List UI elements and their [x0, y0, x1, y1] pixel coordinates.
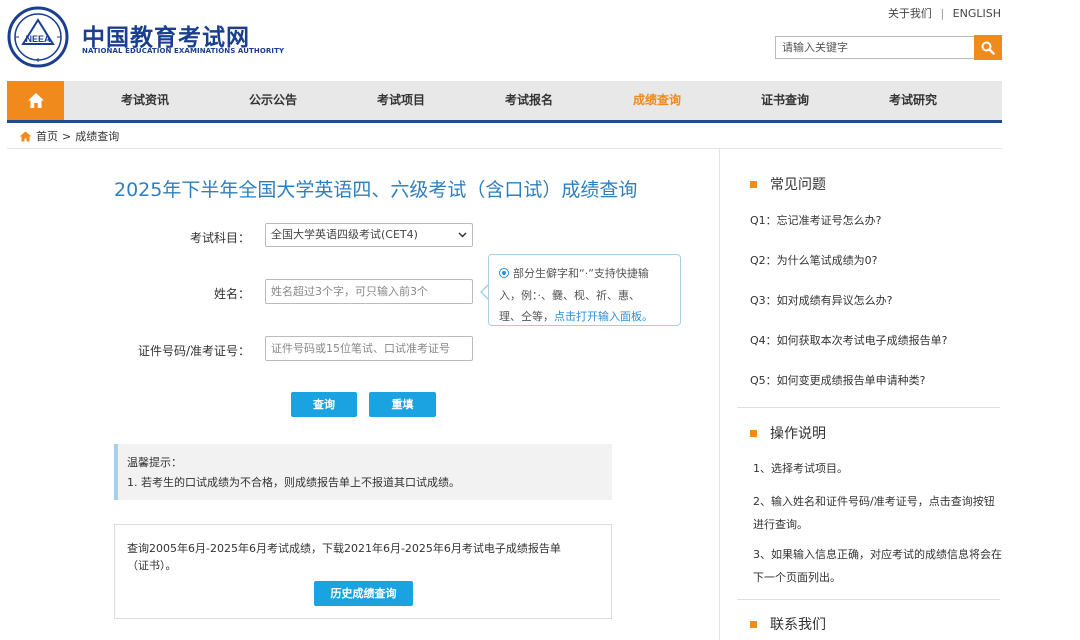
home-icon	[19, 131, 32, 141]
id-label: 证件号码/准考证号：	[137, 344, 250, 358]
faq-item-5[interactable]: Q5：如何变更成绩报告单申请种类?	[750, 372, 926, 388]
logo-emblem-text: NEEA	[25, 34, 51, 44]
faq-heading: 常见问题	[750, 174, 826, 194]
breadcrumb-separator: >	[62, 129, 72, 143]
ops-heading-text: 操作说明	[770, 426, 826, 442]
ops-step-2: 2、输入姓名和证件号码/准考证号，点击查询按钮进行查询。	[753, 495, 995, 531]
site-logo-subtitle: NATIONAL EDUCATION EXAMINATIONS AUTHORIT…	[82, 47, 285, 55]
history-text-cont: （证书）。	[127, 559, 177, 572]
faq-heading-text: 常见问题	[770, 177, 826, 193]
sidebar-separator	[737, 407, 1000, 408]
tip-line-3: 理、仝等，	[499, 310, 554, 323]
nav-item-exam-projects[interactable]: 考试项目	[337, 81, 465, 120]
warm-notice: 温馨提示： 1. 若考生的口试成绩为不合格，则成绩报告单上不报道其口试成绩。	[114, 444, 612, 500]
search-button[interactable]	[974, 35, 1002, 60]
faq-item-4[interactable]: Q4：如何获取本次考试电子成绩报告单?	[750, 332, 948, 348]
ops-step-3: 3、如果输入信息正确，对应考试的成绩信息将会在下一个页面列出。	[753, 548, 1002, 584]
square-bullet-icon	[750, 620, 757, 628]
nav-item-exam-research[interactable]: 考试研究	[849, 81, 977, 120]
tip-line-2: 入，例：·、爨、枧、祈、惠、	[499, 288, 640, 302]
nav-item-score-query[interactable]: 成绩查询	[593, 81, 721, 120]
nav-item-certificate-query[interactable]: 证书查询	[721, 81, 849, 120]
page-title: 2025年下半年全国大学英语四、六级考试（含口试）成绩查询	[114, 179, 638, 201]
reset-button[interactable]: 重填	[369, 392, 436, 417]
id-number-input[interactable]	[265, 336, 473, 361]
nav-item-announcements[interactable]: 公示公告	[209, 81, 337, 120]
top-links: 关于我们 | ENGLISH	[888, 5, 1001, 21]
name-input[interactable]	[265, 279, 473, 304]
tip-line-1: 部分生僻字和“·”支持快捷输	[513, 267, 649, 280]
contact-heading: 联系我们	[750, 614, 826, 634]
nav-underline	[7, 120, 1002, 123]
nav-item-exam-news[interactable]: 考试资讯	[81, 81, 209, 120]
open-input-panel-link[interactable]: 点击打开输入面板。	[554, 310, 653, 323]
square-bullet-icon	[750, 180, 757, 188]
ops-heading: 操作说明	[750, 423, 826, 443]
breadcrumb: 首页 > 成绩查询	[19, 128, 119, 144]
search-icon	[981, 41, 995, 55]
name-label: 姓名：	[213, 287, 250, 301]
faq-item-3[interactable]: Q3：如对成绩有异议怎么办?	[750, 292, 893, 308]
faq-item-2[interactable]: Q2：为什么笔试成绩为0?	[750, 252, 878, 268]
home-icon	[27, 93, 44, 108]
top-links-separator: |	[940, 7, 945, 20]
english-link[interactable]: ENGLISH	[953, 7, 1001, 20]
notice-title: 温馨提示：	[127, 456, 182, 469]
sidebar-divider	[719, 149, 720, 640]
query-button[interactable]: 查询	[291, 392, 357, 417]
search-input[interactable]	[775, 36, 975, 59]
history-query-button[interactable]: 历史成绩查询	[314, 581, 413, 606]
faq-item-1[interactable]: Q1：忘记准考证号怎么办?	[750, 212, 882, 228]
contact-heading-text: 联系我们	[770, 617, 826, 633]
history-text: 查询2005年6月-2025年6月考试成绩，下载2021年6月-2025年6月考…	[127, 542, 561, 555]
chevron-down-icon	[458, 232, 467, 238]
neea-logo-emblem[interactable]: NEEA	[7, 6, 69, 68]
sidebar-separator	[737, 599, 1000, 600]
breadcrumb-current: 成绩查询	[75, 130, 120, 143]
square-bullet-icon	[750, 429, 757, 437]
about-us-link[interactable]: 关于我们	[888, 7, 932, 20]
nav-home-button[interactable]	[7, 81, 64, 120]
rare-char-tip: 部分生僻字和“·”支持快捷输 入，例：·、爨、枧、祈、惠、 理、仝等，点击打开输…	[488, 254, 681, 326]
main-nav: 考试资讯 公示公告 考试项目 考试报名 成绩查询 证书查询 考试研究	[7, 81, 1002, 120]
info-dot-icon	[499, 268, 509, 278]
subject-select-value: 全国大学英语四级考试(CET4)	[271, 228, 418, 241]
subject-label: 考试科目：	[189, 231, 250, 245]
notice-item: 1. 若考生的口试成绩为不合格，则成绩报告单上不报道其口试成绩。	[127, 476, 460, 489]
nav-item-exam-registration[interactable]: 考试报名	[465, 81, 593, 120]
subject-select[interactable]: 全国大学英语四级考试(CET4)	[265, 223, 473, 247]
content-divider	[7, 148, 1002, 149]
breadcrumb-home-link[interactable]: 首页	[36, 128, 58, 144]
ops-step-1: 1、选择考试项目。	[753, 462, 848, 475]
